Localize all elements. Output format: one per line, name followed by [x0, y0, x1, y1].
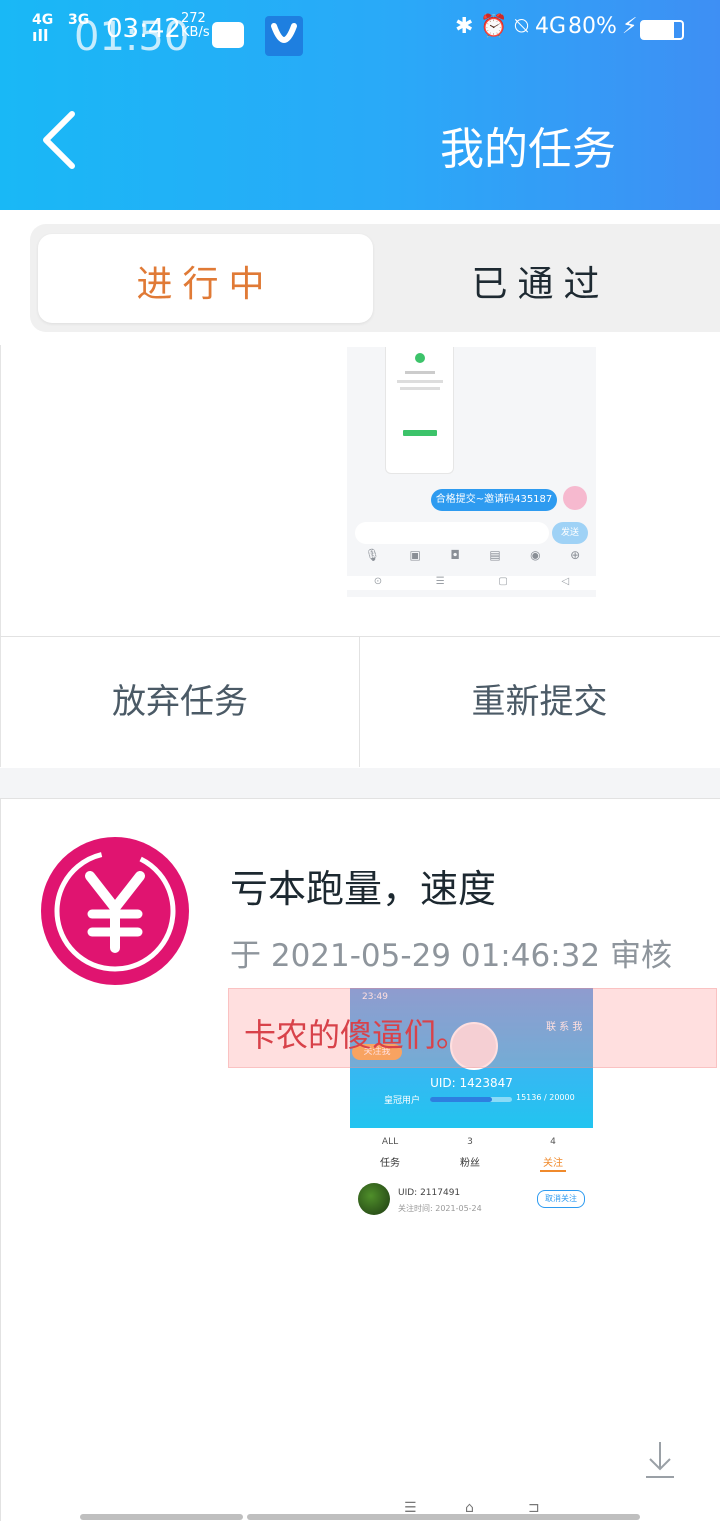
- vip-label: 皇冠用户: [384, 1096, 421, 1106]
- yuan-coin-icon: [40, 836, 190, 986]
- download-button[interactable]: [642, 1440, 678, 1480]
- stat-label-fans: 粉丝: [460, 1158, 480, 1169]
- level-progress-text: 15136 / 20000: [516, 1093, 575, 1102]
- message-icon: [212, 22, 244, 48]
- overlay-text: 卡农的傻逼们。: [244, 1016, 469, 1054]
- follow-date: 关注时间: 2021-05-24: [398, 1204, 482, 1213]
- level-progress-fill: [430, 1097, 492, 1102]
- sticker-avatar: [563, 486, 587, 510]
- nav-menu-icon: ☰: [435, 576, 445, 587]
- signal-icon: ıll: [32, 26, 49, 45]
- scrollbar-right[interactable]: [247, 1514, 640, 1520]
- resubmit-button[interactable]: 重新提交: [360, 637, 719, 767]
- user-uid: UID: 1423847: [430, 1076, 513, 1090]
- stat-count-fans: 3: [467, 1137, 473, 1147]
- menu-icon[interactable]: ☰: [404, 1500, 417, 1516]
- network-speed-unit: KB/s: [181, 25, 210, 40]
- image-icon: ▣: [409, 548, 421, 562]
- tab-in-progress-label[interactable]: 进行中: [38, 255, 373, 307]
- stat-label-tasks: 任务: [380, 1158, 400, 1169]
- chat-input: [355, 522, 549, 544]
- battery-percent: 80%: [568, 14, 617, 39]
- follow-uid: UID: 2117491: [398, 1188, 461, 1198]
- abandon-task-label: 放弃任务: [112, 682, 248, 722]
- back-button[interactable]: [38, 110, 78, 170]
- card-separator: [0, 768, 720, 798]
- download-icon: [646, 1442, 674, 1478]
- nav-dot-icon: ⊙: [373, 576, 383, 587]
- home-icon[interactable]: ⌂: [465, 1500, 474, 1516]
- stat-label-following: 关注: [543, 1158, 563, 1169]
- scrollbar-left[interactable]: [80, 1514, 243, 1520]
- status-icons: ✱ ⏰ ⍉ 4G: [455, 14, 567, 39]
- screenshot-nav: ⊙ ☰ ▢ ◁: [347, 576, 596, 590]
- follow-avatar: [358, 1183, 390, 1215]
- network-speed: 272 KB/s: [181, 12, 210, 40]
- network-speed-value: 272: [181, 11, 206, 26]
- emoji-icon: ◉: [530, 548, 541, 562]
- resubmit-label: 重新提交: [471, 682, 608, 722]
- abandon-task-button[interactable]: 放弃任务: [1, 637, 360, 767]
- review-time: 于 2021-05-29 01:46:32 审核: [230, 938, 672, 974]
- nav-home-icon: ▢: [498, 576, 508, 587]
- camera-icon: ◘: [450, 548, 460, 562]
- nav-back-icon: ◁: [561, 576, 570, 587]
- unfollow-button: 取消关注: [537, 1190, 585, 1208]
- chat-send-button: 发送: [552, 522, 588, 544]
- charging-icon: ⚡: [622, 14, 638, 39]
- mic-icon: 🎙: [364, 548, 380, 562]
- tab-passed[interactable]: 已通过: [373, 255, 708, 307]
- screenshot-dialog: [385, 347, 454, 474]
- chat-message: 合格提交~邀请码435187: [431, 489, 557, 511]
- battery-icon: [640, 20, 684, 40]
- task-title: 亏本跑量，速度: [230, 867, 497, 911]
- app-logo-icon: [265, 16, 303, 56]
- plus-icon: ⊕: [570, 548, 581, 562]
- status-clock: 03:42: [106, 14, 181, 44]
- page-title: 我的任务: [440, 124, 616, 175]
- stat-count-following: 4: [550, 1137, 556, 1147]
- active-stat-underline: [540, 1170, 566, 1172]
- back-nav-icon[interactable]: ⊐: [528, 1500, 540, 1516]
- stat-count-tasks: ALL: [381, 1137, 399, 1147]
- chat-toolbar: 🎙 ▣ ◘ ▤ ◉ ⊕: [350, 548, 595, 566]
- chevron-left-icon: [43, 111, 75, 169]
- red-packet-icon: ▤: [489, 548, 501, 562]
